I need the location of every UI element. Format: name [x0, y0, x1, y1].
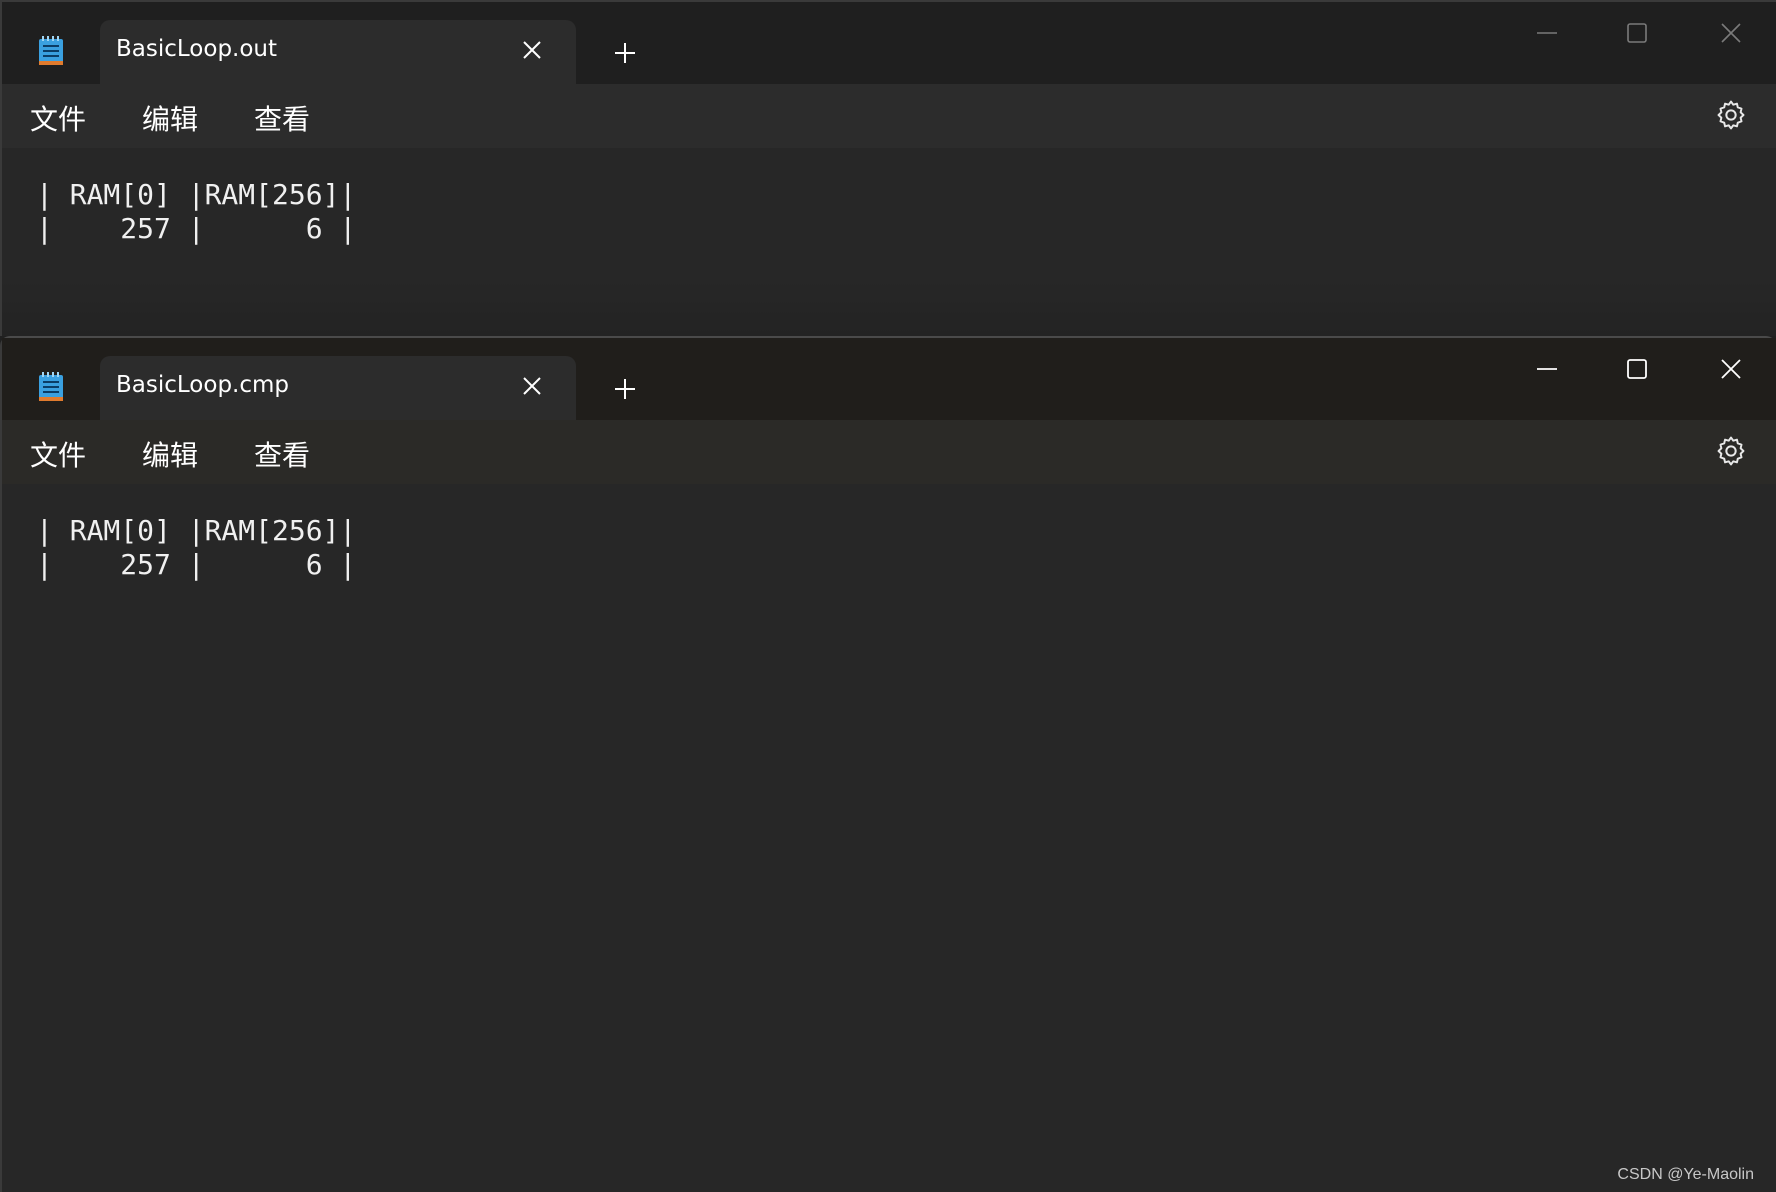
plus-icon[interactable]	[612, 376, 638, 402]
plus-icon[interactable]	[612, 40, 638, 66]
tab-basicloop-out[interactable]: BasicLoop.out	[100, 20, 576, 84]
menu-bar: 文件 编辑 查看	[2, 84, 1776, 148]
editor-content[interactable]: | RAM[0] |RAM[256]| | 257 | 6 |	[36, 178, 356, 246]
watermark: CSDN @Ye-Maolin	[1617, 1166, 1754, 1183]
notepad-window-out: BasicLoop.out 文件 编辑 查看 | RAM[0] |RAM[256…	[0, 0, 1776, 336]
maximize-icon[interactable]	[1622, 18, 1652, 48]
tab-basicloop-cmp[interactable]: BasicLoop.cmp	[100, 356, 576, 420]
text-editor[interactable]: | RAM[0] |RAM[256]| | 257 | 6 |	[2, 148, 1776, 336]
menu-view[interactable]: 查看	[254, 98, 310, 138]
menu-bar: 文件 编辑 查看	[2, 420, 1776, 484]
tab-title: BasicLoop.out	[116, 36, 278, 62]
gear-icon[interactable]	[1714, 434, 1748, 468]
menu-edit[interactable]: 编辑	[142, 98, 198, 138]
title-bar[interactable]: BasicLoop.out	[2, 2, 1776, 84]
text-editor[interactable]: | RAM[0] |RAM[256]| | 257 | 6 |	[2, 484, 1776, 1192]
notepad-window-cmp: BasicLoop.cmp 文件 编辑 查看 | RAM[0] |RAM[256…	[0, 336, 1776, 1192]
close-icon[interactable]	[1716, 18, 1746, 48]
editor-content[interactable]: | RAM[0] |RAM[256]| | 257 | 6 |	[36, 514, 356, 582]
menu-view[interactable]: 查看	[254, 434, 310, 474]
gear-icon[interactable]	[1714, 98, 1748, 132]
notepad-icon	[39, 36, 63, 65]
menu-file[interactable]: 文件	[30, 98, 86, 138]
minimize-icon[interactable]	[1532, 354, 1562, 384]
menu-edit[interactable]: 编辑	[142, 434, 198, 474]
title-bar[interactable]: BasicLoop.cmp	[2, 338, 1776, 420]
close-icon[interactable]	[520, 374, 544, 398]
notepad-icon	[39, 372, 63, 401]
tab-title: BasicLoop.cmp	[116, 372, 290, 398]
close-icon[interactable]	[520, 38, 544, 62]
close-icon[interactable]	[1716, 354, 1746, 384]
minimize-icon[interactable]	[1532, 18, 1562, 48]
menu-file[interactable]: 文件	[30, 434, 86, 474]
maximize-icon[interactable]	[1622, 354, 1652, 384]
